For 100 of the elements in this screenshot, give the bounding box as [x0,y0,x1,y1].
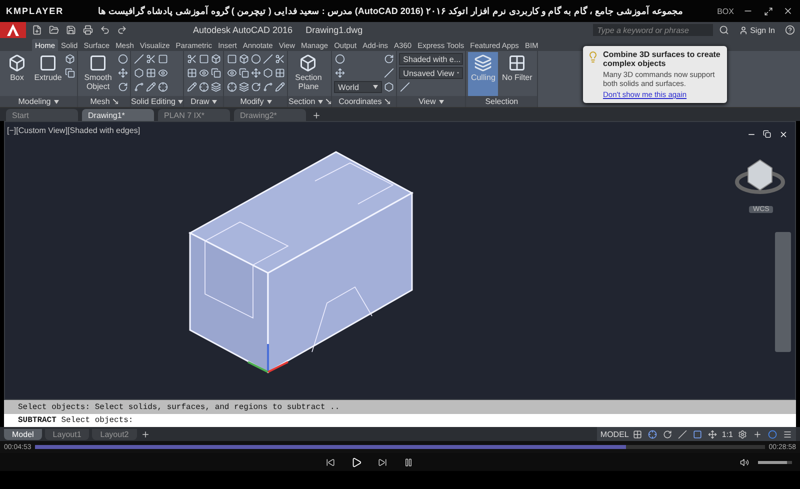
scale-menu[interactable]: 1:1 [722,430,733,438]
line-icon[interactable] [262,53,274,64]
search-field[interactable]: Type a keyword or phrase [593,24,714,36]
player-logo: KMPLAYER [6,6,64,16]
ribbon-button[interactable]: Box [2,52,32,96]
skip-back-icon[interactable] [324,456,336,468]
tool-shape-icon [474,54,492,72]
crosshair-icon[interactable] [226,81,238,92]
scissors-icon[interactable] [274,53,286,64]
maximize-icon[interactable] [762,5,774,17]
file-tab[interactable]: Drawing1* [82,109,154,121]
crosshair-icon[interactable] [646,428,659,440]
eye-icon[interactable] [198,67,210,78]
scissors-icon[interactable] [186,53,198,64]
restore-icon[interactable] [761,128,773,140]
ribbon-button[interactable]: No Filter [499,52,536,96]
close-icon[interactable] [782,5,794,17]
layout-tab[interactable]: Model [4,428,42,440]
scissors-icon[interactable] [145,53,156,64]
pencil-icon[interactable] [145,81,156,92]
user-icon [739,26,748,34]
crosshair-icon[interactable] [198,81,210,92]
rotate-icon[interactable] [662,428,674,440]
move-icon[interactable] [334,67,346,78]
box-label[interactable]: BOX [717,6,734,16]
line-icon[interactable] [383,67,394,78]
grid-icon[interactable] [145,67,156,78]
save-icon[interactable] [65,24,77,36]
tooltip-title: Combine 3D surfaces to create complex objects [603,50,721,68]
cube-icon[interactable] [210,53,222,64]
line-icon[interactable] [399,81,410,92]
tool-shape-icon [8,54,26,72]
pencil-icon[interactable] [186,81,198,92]
launcher-icon[interactable] [326,99,332,104]
file-tab[interactable]: Drawing2* [234,109,306,121]
rotate-icon[interactable] [250,81,262,92]
file-tab[interactable]: PLAN 7 IX* [158,109,230,121]
cube-icon[interactable] [64,53,75,64]
square-icon[interactable] [692,428,704,440]
move-icon[interactable] [117,67,128,78]
ribbon-button[interactable]: Smooth Object [80,52,116,96]
hexagon-icon[interactable] [133,67,144,78]
copy-icon[interactable] [210,67,222,78]
file-tab[interactable]: Start [6,109,78,121]
square-icon[interactable] [198,53,210,64]
ribbon-button[interactable]: Section Plane [290,52,326,96]
skip-forward-icon[interactable] [376,456,388,468]
move-icon[interactable] [706,428,719,440]
copy-icon[interactable] [238,67,250,78]
viewport-label[interactable]: [−][Custom View][Shaded with edges] [7,126,140,135]
dropdown[interactable]: Shaded with e... [399,53,464,65]
square-icon[interactable] [157,53,168,64]
layers-icon[interactable] [210,81,222,92]
settings-icon[interactable] [736,428,748,440]
rotate-icon[interactable] [117,81,128,92]
grid-icon[interactable] [274,67,286,78]
printer-icon[interactable] [82,24,94,36]
file-name: Drawing1.dwg [306,25,363,35]
search-icon[interactable] [718,24,730,36]
model-space-button[interactable]: MODEL [600,430,629,438]
line-icon[interactable] [676,428,689,440]
lightbulb-icon [587,51,599,63]
pencil-icon[interactable] [274,81,286,92]
layout-tab[interactable]: Layout1 [44,428,90,440]
square-icon[interactable] [226,53,238,64]
curve-icon[interactable] [133,81,144,92]
curve-icon[interactable] [262,81,274,92]
crosshair-icon[interactable] [157,81,168,92]
sign-in-button[interactable]: Sign In [735,26,779,34]
hexagon-icon[interactable] [383,81,394,92]
play-icon[interactable] [350,456,362,468]
command-line-field[interactable]: SUBTRACT Select objects: [4,414,796,427]
ribbon-button[interactable]: Extrude [33,52,63,96]
eye-icon[interactable] [157,67,168,78]
line-icon[interactable] [133,53,144,64]
new-file-icon[interactable] [31,24,43,36]
grid-icon[interactable] [186,67,198,78]
launcher-icon[interactable] [112,99,118,104]
folder-icon[interactable] [48,24,60,36]
ucs-axis-icon [248,344,288,373]
move-icon[interactable] [250,67,262,78]
circle-icon[interactable] [766,428,778,440]
hexagon-icon[interactable] [262,67,274,78]
volume-icon[interactable] [738,456,750,468]
layout-tab[interactable]: Layout2 [92,428,137,440]
rotate-icon[interactable] [383,53,394,64]
caret-icon [373,85,378,89]
video-title: مجموعه آموزشی جامع ، گام به گام و کاربردی نرم افزار اتوکد ۲۰۱۶ (AutoCAD 2016) مدرس : سعید فدایی ( تیچرمن ) گروه آموزشی پادشاه گرافیست ها [96,6,684,16]
copy-icon[interactable] [64,67,75,78]
launcher-icon[interactable] [384,99,390,104]
app-logo-icon[interactable] [0,22,26,38]
dropdown[interactable]: World [334,81,382,93]
cube-icon[interactable] [238,53,250,64]
help-icon[interactable] [784,24,796,36]
dropdown[interactable]: Unsaved View [399,67,464,79]
layers-icon[interactable] [238,81,250,92]
grid-icon[interactable] [632,428,644,440]
eye-icon[interactable] [226,67,238,78]
redo-icon[interactable] [116,24,128,36]
undo-icon[interactable] [99,24,111,36]
